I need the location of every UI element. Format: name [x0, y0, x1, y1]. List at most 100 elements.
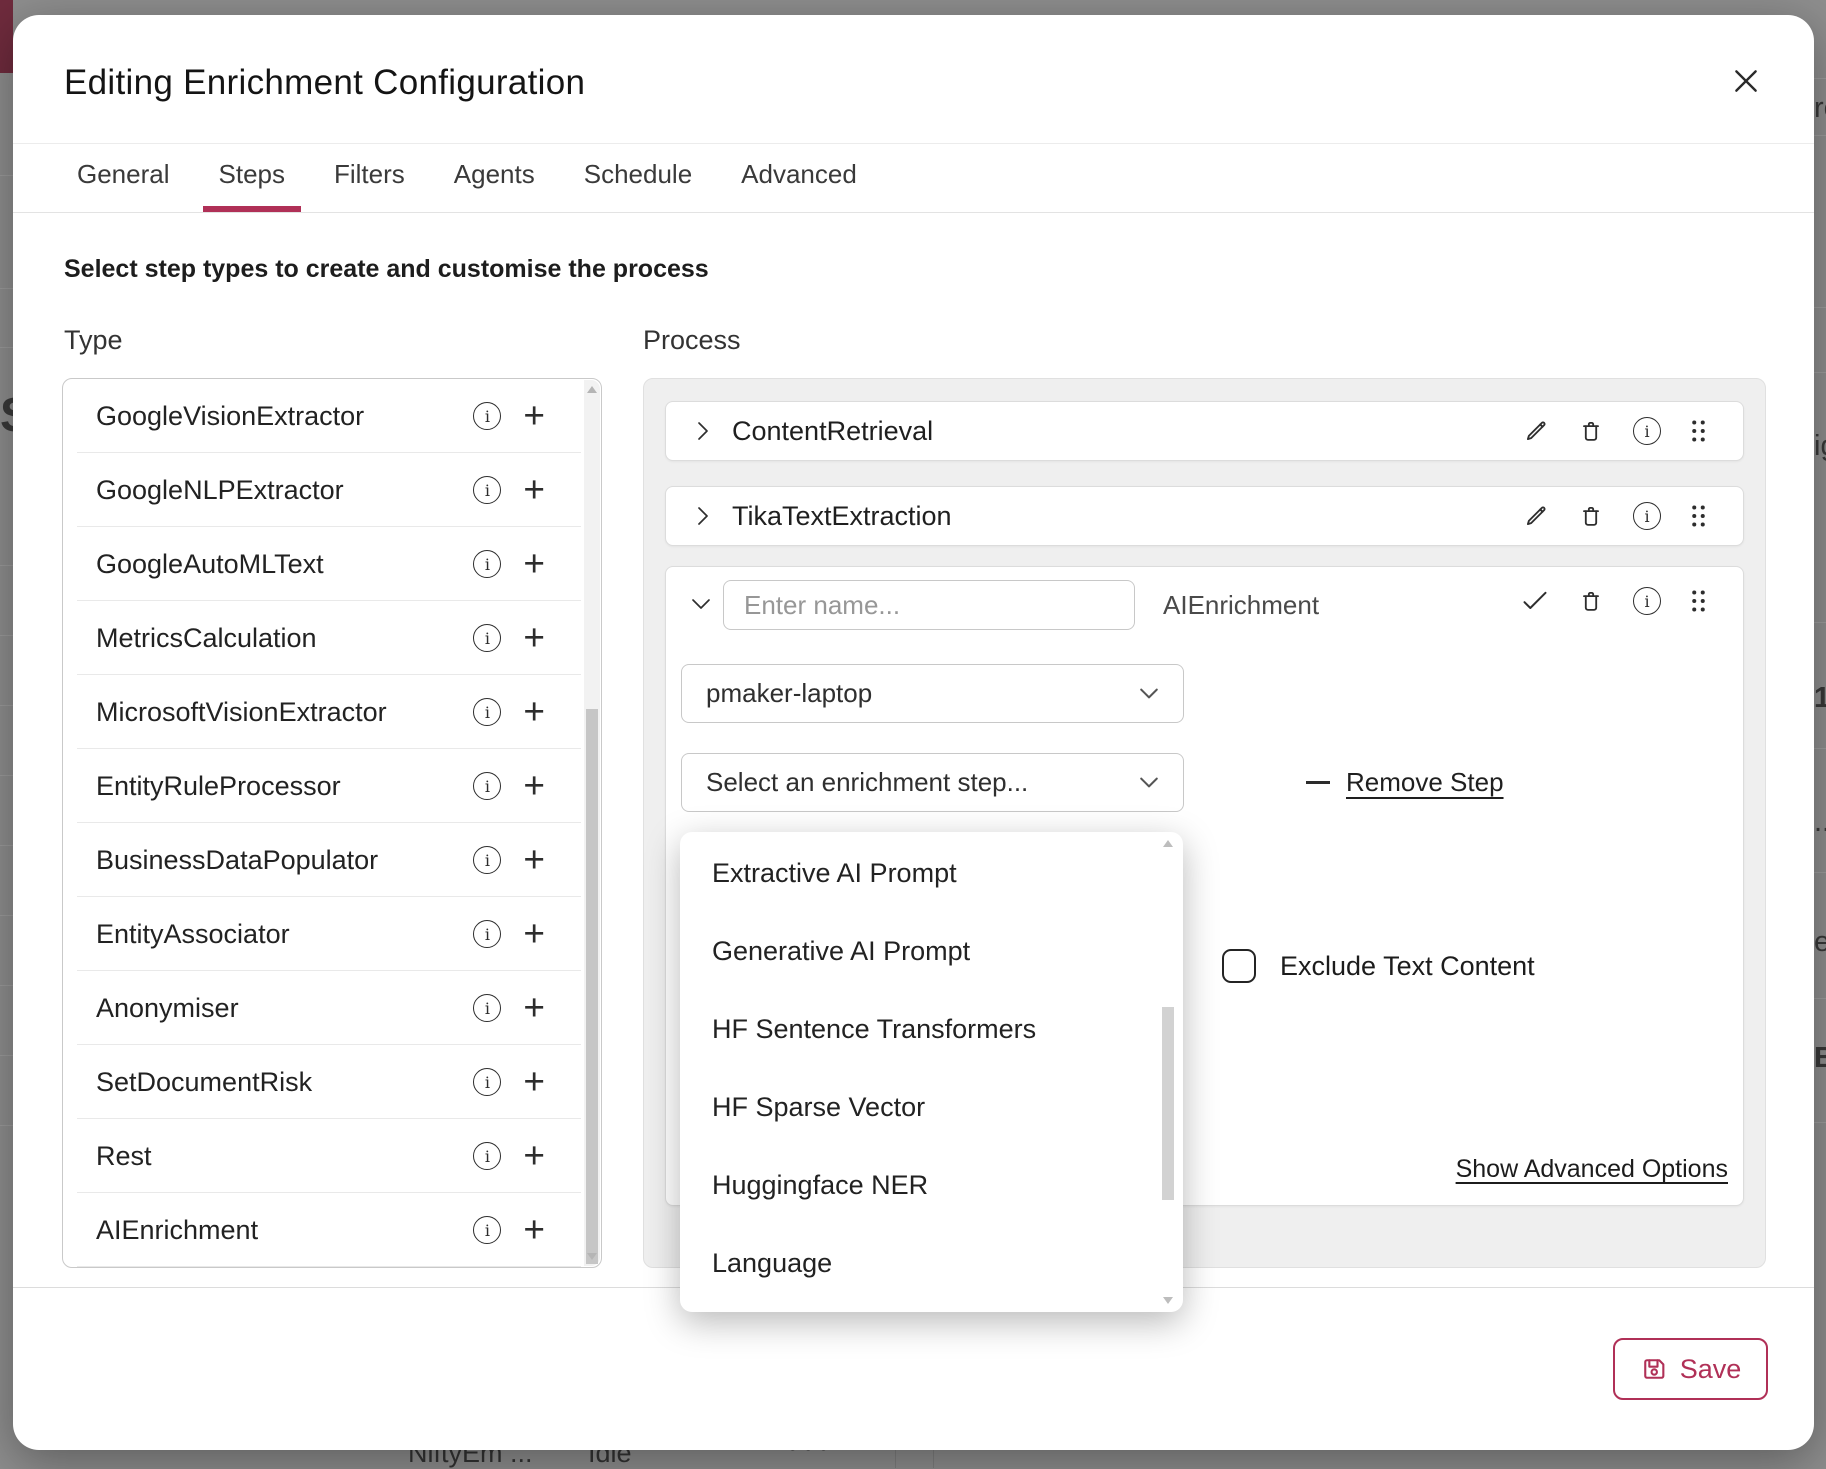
- type-info-button[interactable]: i: [473, 402, 501, 430]
- delete-step-button[interactable]: [1578, 588, 1604, 614]
- type-info-button[interactable]: i: [473, 698, 501, 726]
- add-step-type-button[interactable]: +: [523, 920, 545, 948]
- dropdown-option[interactable]: Generative AI Prompt: [680, 912, 1183, 990]
- close-button[interactable]: [1726, 61, 1766, 101]
- type-info-button[interactable]: i: [473, 994, 501, 1022]
- drag-step-handle[interactable]: [1690, 588, 1707, 614]
- process-step-name: ContentRetrieval: [732, 416, 1523, 447]
- info-icon: i: [473, 402, 501, 430]
- process-step-name: TikaTextExtraction: [732, 501, 1523, 532]
- save-button[interactable]: Save: [1613, 1338, 1768, 1400]
- scroll-up-arrow-icon[interactable]: [587, 386, 597, 393]
- background-divider: [0, 915, 13, 916]
- dropdown-option[interactable]: Huggingface NER: [680, 1146, 1183, 1224]
- pencil-icon: [1523, 418, 1549, 444]
- step-type-row: Rest i +: [63, 1119, 601, 1193]
- confirm-step-button[interactable]: [1521, 589, 1549, 613]
- type-info-button[interactable]: i: [473, 624, 501, 652]
- drag-step-handle[interactable]: [1690, 503, 1707, 529]
- plus-icon: +: [523, 1068, 545, 1096]
- type-info-button[interactable]: i: [473, 846, 501, 874]
- background-divider: [0, 985, 13, 986]
- step-name-input[interactable]: [723, 580, 1135, 630]
- delete-step-button[interactable]: [1578, 418, 1604, 444]
- chevron-down-icon[interactable]: [690, 595, 712, 613]
- show-advanced-options-link[interactable]: Show Advanced Options: [1456, 1155, 1728, 1184]
- info-icon: i: [473, 550, 501, 578]
- type-info-button[interactable]: i: [473, 920, 501, 948]
- tab-label: General: [77, 159, 170, 190]
- type-list-scrollbar[interactable]: [584, 380, 600, 1266]
- dropdown-scrollbar[interactable]: [1160, 838, 1177, 1306]
- step-info-button[interactable]: i: [1633, 587, 1661, 615]
- scrollbar-thumb[interactable]: [1162, 1007, 1174, 1200]
- type-info-button[interactable]: i: [473, 1068, 501, 1096]
- plus-icon: +: [523, 1216, 545, 1244]
- dropdown-option[interactable]: HF Sparse Vector: [680, 1068, 1183, 1146]
- tab[interactable]: Schedule: [568, 143, 708, 212]
- background-text-fragment: ..: [1814, 806, 1826, 839]
- add-step-type-button[interactable]: +: [523, 698, 545, 726]
- step-info-button[interactable]: i: [1633, 502, 1661, 530]
- remove-step-link[interactable]: Remove Step: [1306, 753, 1504, 812]
- type-info-button[interactable]: i: [473, 1216, 501, 1244]
- trash-icon: [1578, 588, 1604, 614]
- background-divider: [0, 347, 13, 348]
- scrollbar-thumb[interactable]: [586, 709, 598, 1264]
- step-type-row: GoogleAutoMLText i +: [63, 527, 601, 601]
- tab[interactable]: Agents: [438, 143, 551, 212]
- plus-icon: +: [523, 550, 545, 578]
- process-step-row[interactable]: ContentRetrieval: [665, 401, 1744, 461]
- background-divider: [0, 775, 13, 776]
- add-step-type-button[interactable]: +: [523, 994, 545, 1022]
- dropdown-option[interactable]: Extractive AI Prompt: [680, 834, 1183, 912]
- model-select[interactable]: pmaker-laptop: [681, 664, 1184, 723]
- add-step-type-button[interactable]: +: [523, 624, 545, 652]
- step-type-row: GoogleNLPExtractor i +: [63, 453, 601, 527]
- dropdown-option[interactable]: HF Sentence Transformers: [680, 990, 1183, 1068]
- process-step-row[interactable]: TikaTextExtraction: [665, 486, 1744, 546]
- dialog-tabs: General Steps Filters Agents Schedule Ad…: [13, 143, 1814, 213]
- plus-icon: +: [523, 846, 545, 874]
- add-step-type-button[interactable]: +: [523, 1068, 545, 1096]
- background-divider: [0, 288, 13, 289]
- step-type-row: BusinessDataPopulator i +: [63, 823, 601, 897]
- add-step-type-button[interactable]: +: [523, 846, 545, 874]
- chevron-right-icon[interactable]: [694, 420, 712, 442]
- tab[interactable]: Steps: [203, 143, 302, 212]
- exclude-text-content-checkbox[interactable]: [1222, 949, 1256, 983]
- edit-enrichment-dialog: Editing Enrichment Configuration General…: [13, 15, 1814, 1450]
- background-divider: [0, 1125, 13, 1126]
- tab[interactable]: Advanced: [725, 143, 873, 212]
- scroll-down-arrow-icon[interactable]: [1163, 1297, 1173, 1304]
- scroll-up-arrow-icon[interactable]: [1163, 840, 1173, 847]
- add-step-type-button[interactable]: +: [523, 772, 545, 800]
- background-divider: [1814, 307, 1826, 308]
- enrichment-select-value: Select an enrichment step...: [706, 767, 1139, 798]
- type-info-button[interactable]: i: [473, 1142, 501, 1170]
- tab[interactable]: General: [61, 143, 186, 212]
- step-info-button[interactable]: i: [1633, 417, 1661, 445]
- background-divider: [1814, 135, 1826, 136]
- add-step-type-button[interactable]: +: [523, 402, 545, 430]
- scroll-down-arrow-icon[interactable]: [587, 1253, 597, 1260]
- edit-step-button[interactable]: [1523, 503, 1549, 529]
- dropdown-option[interactable]: Language: [680, 1224, 1183, 1302]
- add-step-type-button[interactable]: +: [523, 1142, 545, 1170]
- add-step-type-button[interactable]: +: [523, 1216, 545, 1244]
- type-column-label: Type: [64, 325, 123, 356]
- add-step-type-button[interactable]: +: [523, 476, 545, 504]
- drag-step-handle[interactable]: [1690, 418, 1707, 444]
- trash-icon: [1578, 503, 1604, 529]
- tab-label: Agents: [454, 159, 535, 190]
- exclude-text-content-option[interactable]: Exclude Text Content: [1222, 949, 1535, 983]
- type-info-button[interactable]: i: [473, 476, 501, 504]
- type-info-button[interactable]: i: [473, 772, 501, 800]
- add-step-type-button[interactable]: +: [523, 550, 545, 578]
- tab[interactable]: Filters: [318, 143, 421, 212]
- type-info-button[interactable]: i: [473, 550, 501, 578]
- edit-step-button[interactable]: [1523, 418, 1549, 444]
- enrichment-step-select[interactable]: Select an enrichment step...: [681, 753, 1184, 812]
- delete-step-button[interactable]: [1578, 503, 1604, 529]
- chevron-right-icon[interactable]: [694, 505, 712, 527]
